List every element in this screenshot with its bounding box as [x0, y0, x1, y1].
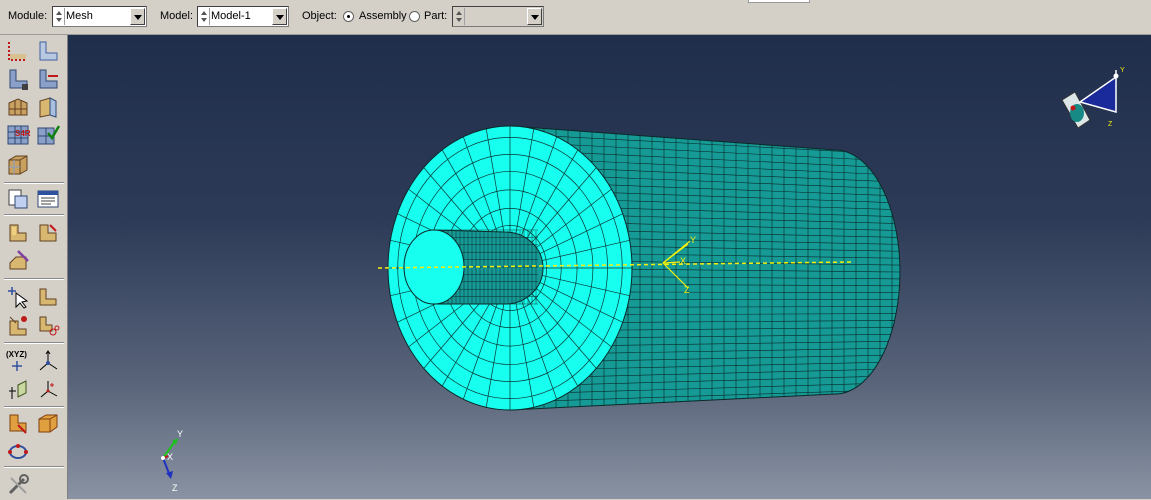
context-bar: Module: Mesh Model: Model-1 Object: Asse… [0, 0, 1151, 35]
part-spin-arrows[interactable] [454, 8, 465, 25]
module-select[interactable]: Mesh [52, 6, 147, 27]
datum-plane-icon[interactable] [6, 377, 30, 401]
create-surface-icon[interactable] [36, 411, 60, 435]
part-label: Part: [424, 10, 447, 22]
datum-csys-icon[interactable] [36, 377, 60, 401]
select-node-icon[interactable] [6, 285, 30, 309]
edit-mesh-icon[interactable] [36, 285, 60, 309]
triad-y-label: Y [177, 429, 183, 439]
triad-z-label: Z [172, 483, 178, 493]
triad-model-x: X [680, 256, 686, 266]
cut-part-icon[interactable] [36, 313, 60, 337]
toolbox-separator [4, 182, 64, 184]
assign-element-type-icon[interactable] [36, 95, 60, 119]
triad-model-z: Z [684, 285, 690, 295]
partition-face-sketch-icon[interactable] [36, 221, 60, 245]
graphics-viewport[interactable]: Y X Z Y Z Y X Z [68, 35, 1151, 499]
view-compass[interactable] [1062, 70, 1119, 128]
tools-icon[interactable] [6, 473, 30, 497]
s4r-text: S4R [15, 129, 31, 138]
compass-y-label: Y [1120, 67, 1125, 74]
triad-x-label: X [167, 452, 173, 462]
toolbox-separator [4, 278, 64, 280]
assembly-label: Assembly [359, 10, 407, 22]
part-select[interactable] [452, 6, 544, 27]
model-select[interactable]: Model-1 [197, 6, 289, 27]
mesh-region-icon[interactable] [6, 153, 30, 177]
toolbox-separator [4, 466, 64, 468]
toolbox-separator [4, 406, 64, 408]
compass-z-label: Z [1108, 121, 1113, 128]
verify-mesh-icon[interactable] [36, 123, 60, 147]
chevron-down-icon[interactable] [272, 8, 287, 25]
assembly-radio[interactable] [343, 11, 354, 22]
mesh-toolbox: S4R (XYZ) [0, 35, 68, 499]
module-label: Module: [8, 10, 47, 22]
delete-mesh-icon[interactable] [6, 313, 30, 337]
toolbar-strip [748, 0, 810, 3]
element-type-s4r-icon[interactable]: S4R [6, 123, 30, 147]
part-radio[interactable] [409, 11, 420, 22]
module-spin-arrows[interactable] [54, 8, 65, 25]
datum-point-icon[interactable]: (XYZ) [6, 349, 30, 373]
model-label: Model: [160, 10, 193, 22]
object-label: Object: [302, 10, 337, 22]
chevron-down-icon[interactable] [130, 8, 145, 25]
display-group-icon[interactable] [6, 439, 30, 463]
mesh-info-icon[interactable] [36, 187, 60, 211]
create-set-icon[interactable] [6, 411, 30, 435]
cylinder-mesh: Y X Z Y Z Y X Z [68, 35, 1151, 499]
model-value: Model-1 [211, 10, 251, 22]
triad-model-y: Y [690, 235, 696, 245]
delete-seeds-icon[interactable] [36, 67, 60, 91]
toolbox-separator [4, 214, 64, 216]
model-spin-arrows[interactable] [199, 8, 210, 25]
toolbox-separator [4, 342, 64, 344]
seed-part-icon[interactable] [6, 39, 30, 63]
assign-mesh-controls-icon[interactable] [6, 95, 30, 119]
datum-axis-icon[interactable] [36, 349, 60, 373]
chevron-down-icon[interactable] [527, 8, 542, 25]
partition-face-icon[interactable] [6, 221, 30, 245]
virtual-topology-icon[interactable] [6, 249, 30, 273]
seed-edge-icon[interactable] [36, 39, 60, 63]
seed-edge-by-number-icon[interactable] [6, 67, 30, 91]
module-value: Mesh [66, 10, 93, 22]
query-icon[interactable] [6, 187, 30, 211]
